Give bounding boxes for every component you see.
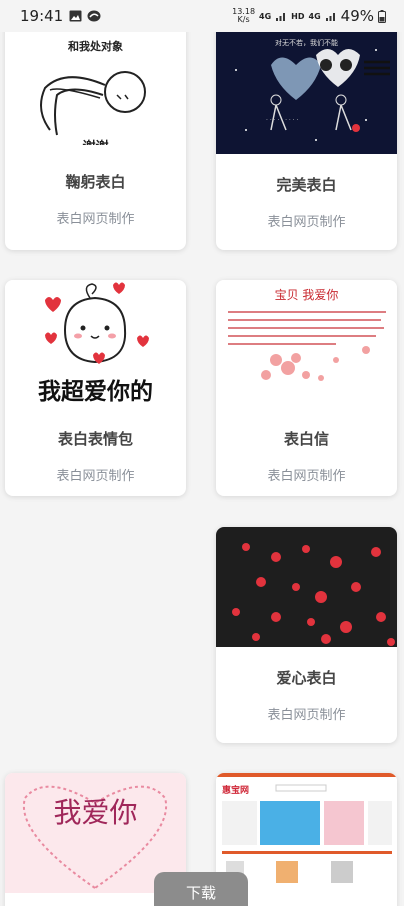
card-subtitle: 表白网页制作 (56, 212, 135, 227)
battery-icon (378, 9, 386, 23)
card-title: 表白信 (283, 430, 329, 448)
hd-badge: HD (291, 11, 305, 21)
thumb-caption: 我超爱你的 (38, 379, 153, 405)
card-subtitle: 表白网页制作 (267, 469, 346, 484)
network-type-2: 4G (308, 11, 321, 21)
card-subtitle: 表白网页制作 (267, 215, 346, 230)
card-thumbnail: 我超爱你的 (5, 280, 186, 408)
falling-hearts-illustration (232, 543, 395, 646)
svg-text:· · · · · · · · ·: · · · · · · · · · (266, 117, 299, 124)
card-title: 表白表情包 (57, 430, 133, 448)
download-button[interactable]: 下载 (154, 872, 248, 906)
gallery-icon (69, 10, 82, 22)
card-title: 鞠躬表白 (65, 173, 126, 191)
app-notification-icon (87, 10, 101, 22)
thumb-caption-bottom: 谢谢 (5, 136, 186, 145)
card-title: 完美表白 (276, 176, 337, 194)
card-subtitle: 表白网页制作 (56, 469, 135, 484)
network-type-1: 4G (259, 11, 272, 21)
template-card-hearts[interactable]: 爱心表白 表白网页制作 (216, 527, 397, 743)
card-thumbnail: 宝贝 我爱你 (216, 280, 397, 408)
card-subtitle: 表白网页制作 (267, 708, 346, 723)
signal-icon-2 (325, 12, 335, 21)
letter-text-illustration (228, 311, 386, 381)
signal-icon (276, 12, 286, 21)
network-speed: 13.18 K/s (232, 8, 255, 24)
battery-percent: 49% (340, 7, 374, 25)
status-bar: 19:41 13.18 K/s 4G HD 4G 49% (0, 0, 404, 32)
template-card-bow[interactable]: 和我处对象 谢谢 鞠躬表白 表白网页制作 (5, 10, 186, 250)
template-card-letter[interactable]: 宝贝 我爱你 表白信 表白网页制作 (216, 280, 397, 496)
card-title: 爱心表白 (276, 669, 337, 687)
status-time: 19:41 (20, 7, 64, 25)
template-card-emoji[interactable]: 我超爱你的 表白表情包 表白网页制作 (5, 280, 186, 496)
template-card-perfect[interactable]: 对无不若，我们不能 · · · · · · · · · 完美表白 表白网页制作 (216, 10, 397, 250)
speed-unit: K/s (237, 15, 250, 24)
thumb-caption: 我爱你 (53, 796, 138, 829)
card-thumbnail (216, 527, 397, 647)
